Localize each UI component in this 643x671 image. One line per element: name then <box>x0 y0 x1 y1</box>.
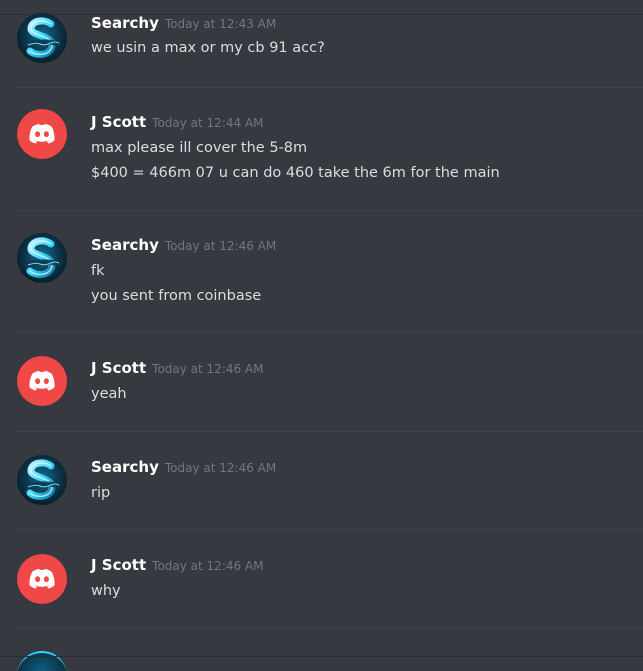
message-header: J Scott Today at 12:44 AM <box>91 112 264 133</box>
channel-bottom-border <box>0 656 643 657</box>
message-divider <box>14 332 643 333</box>
message-text: rip <box>91 485 111 501</box>
username[interactable]: Searchy <box>91 14 159 32</box>
message-text: yeah <box>91 386 127 402</box>
timestamp: Today at 12:46 AM <box>164 461 277 475</box>
username[interactable]: Searchy <box>91 236 159 254</box>
timestamp: Today at 12:44 AM <box>152 116 264 130</box>
message-text: we usin a max or my cb 91 acc? <box>91 40 325 56</box>
username[interactable]: Searchy <box>91 458 159 476</box>
message-divider <box>14 87 643 88</box>
message-text: fk <box>91 263 105 279</box>
message-divider <box>14 529 643 530</box>
searchy-s-logo-icon[interactable] <box>17 233 67 283</box>
timestamp: Today at 12:46 AM <box>152 559 264 573</box>
message-header: J Scott Today at 12:46 AM <box>91 358 264 379</box>
searchy-s-logo-icon[interactable] <box>17 455 67 505</box>
username[interactable]: J Scott <box>91 556 146 574</box>
searchy-s-logo-icon[interactable] <box>17 651 67 671</box>
message-header: Searchy Today at 12:46 AM <box>91 457 276 478</box>
message-divider <box>14 210 643 211</box>
chat-message-list: Searchy Today at 12:43 AM we usin a max o… <box>0 0 643 671</box>
message-header: Searchy Today at 12:46 AM <box>91 235 276 256</box>
message-divider <box>14 431 643 432</box>
discord-default-icon[interactable] <box>17 109 67 159</box>
searchy-s-logo-icon[interactable] <box>17 13 67 63</box>
message-text: why <box>91 583 121 599</box>
timestamp: Today at 12:46 AM <box>164 239 277 253</box>
message-divider <box>14 628 643 629</box>
message-header: J Scott Today at 12:46 AM <box>91 555 264 576</box>
username[interactable]: J Scott <box>91 113 146 131</box>
message-text: $400 = 466m 07 u can do 460 take the 6m … <box>91 165 500 181</box>
username[interactable]: J Scott <box>91 359 146 377</box>
message-header: Searchy Today at 12:43 AM <box>91 13 276 34</box>
discord-default-icon[interactable] <box>17 356 67 406</box>
discord-default-icon[interactable] <box>17 554 67 604</box>
message-text: you sent from coinbase <box>91 288 262 304</box>
timestamp: Today at 12:46 AM <box>152 362 264 376</box>
timestamp: Today at 12:43 AM <box>164 17 277 31</box>
message-text: max please ill cover the 5-8m <box>91 140 308 156</box>
